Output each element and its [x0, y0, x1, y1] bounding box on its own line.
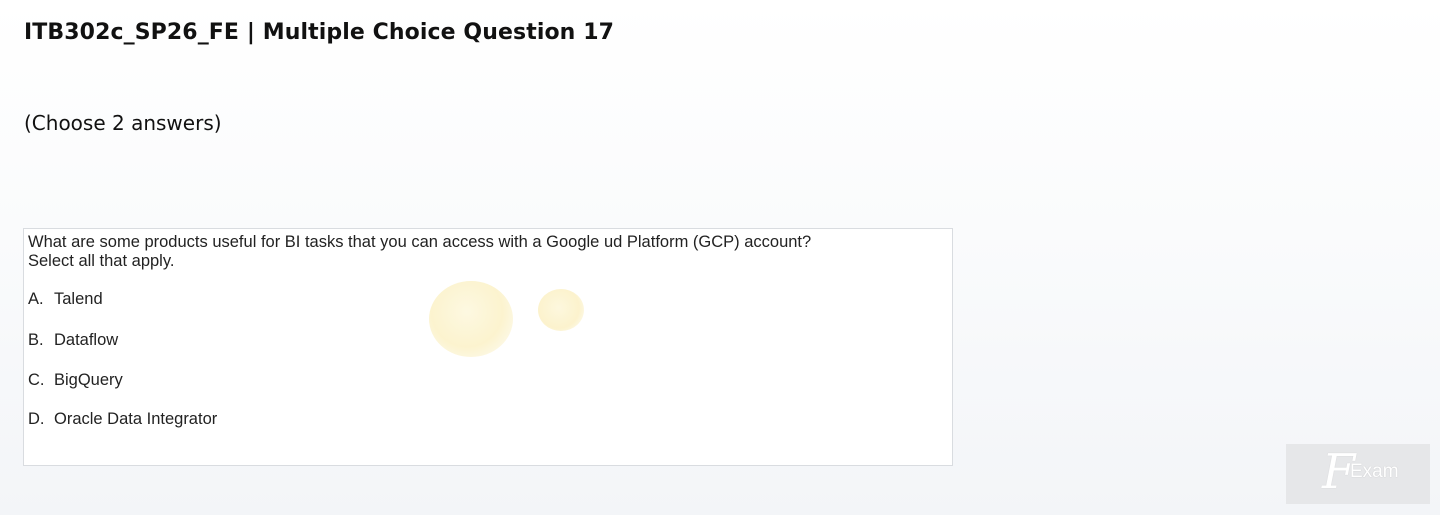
question-line-1: What are some products useful for BI tas… — [28, 233, 812, 251]
option-c: C. BigQuery — [28, 371, 123, 390]
scan-artifact — [429, 281, 513, 357]
option-text: Oracle Data Integrator — [54, 410, 218, 428]
answer-instruction: (Choose 2 answers) — [24, 111, 222, 135]
option-b: B. Dataflow — [28, 331, 118, 350]
option-text: Dataflow — [54, 331, 119, 349]
option-a: A. Talend — [28, 290, 103, 309]
option-text: Talend — [54, 290, 103, 308]
option-letter: D. — [28, 410, 45, 428]
watermark-text: Exam — [1350, 461, 1399, 482]
question-line-2: Select all that apply. — [28, 252, 175, 270]
option-d: D. Oracle Data Integrator — [28, 410, 217, 429]
page-title: ITB302c_SP26_FE | Multiple Choice Questi… — [24, 20, 615, 45]
watermark-logo: F Exam — [1286, 444, 1430, 504]
option-letter: B. — [28, 331, 44, 349]
question-text: What are some products useful for BI tas… — [28, 233, 811, 271]
option-letter: A. — [28, 290, 44, 308]
option-text: BigQuery — [54, 371, 123, 389]
scan-artifact — [538, 289, 584, 331]
question-image: What are some products useful for BI tas… — [23, 228, 953, 466]
option-letter: C. — [28, 371, 45, 389]
